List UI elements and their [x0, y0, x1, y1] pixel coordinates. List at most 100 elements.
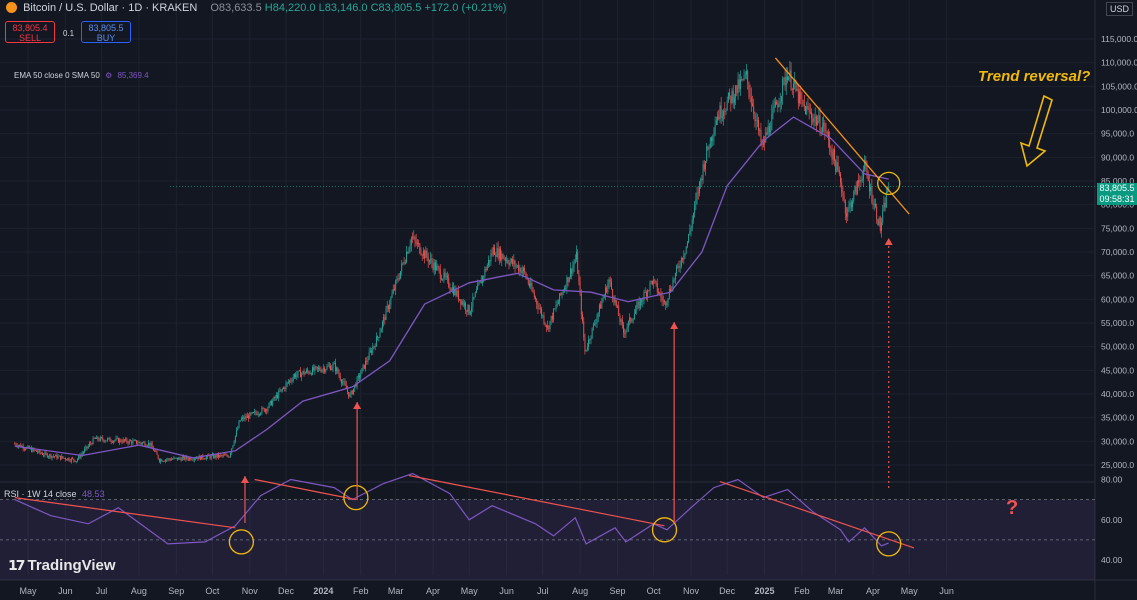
candle-body — [302, 371, 304, 374]
candle-body — [49, 454, 51, 457]
candle-body — [327, 365, 329, 367]
candle-body — [296, 374, 298, 378]
candle-body — [91, 443, 93, 445]
indicator-settings-icon[interactable]: ⚙ — [105, 71, 112, 80]
candle-body — [75, 461, 77, 462]
candle-body — [290, 380, 292, 382]
candle-body — [561, 292, 563, 295]
candle-body — [391, 293, 393, 298]
candle-body — [233, 441, 235, 446]
buy-button[interactable]: 83,805.5 BUY — [81, 21, 131, 43]
candle-body — [219, 455, 221, 458]
candle-body — [598, 304, 600, 313]
candle-body — [121, 441, 123, 443]
time-tick-label: Oct — [647, 586, 662, 596]
candle-body — [375, 336, 377, 347]
candle-body — [516, 265, 518, 267]
candle-body — [747, 71, 749, 83]
candle-body — [244, 416, 246, 420]
candle-body — [425, 250, 427, 259]
candle-body — [437, 265, 439, 268]
candle-body — [752, 103, 753, 107]
candle-body — [262, 407, 264, 409]
candle-body — [883, 202, 885, 211]
candle-body — [721, 116, 723, 118]
candle-body — [594, 323, 596, 325]
candle-body — [243, 417, 245, 420]
candle-body — [805, 105, 806, 115]
candle-body — [279, 390, 281, 392]
candle-body — [197, 458, 199, 460]
candle-body — [371, 350, 373, 353]
candle-body — [666, 302, 668, 306]
candle-body — [771, 113, 773, 131]
candle-body — [504, 258, 506, 261]
candle-body — [843, 195, 845, 201]
candle-body — [474, 292, 476, 297]
candle-body — [842, 192, 844, 196]
symbol-name[interactable]: Bitcoin / U.S. Dollar · 1D · KRAKEN — [23, 2, 197, 14]
candle-body — [191, 459, 193, 461]
candle-body — [577, 251, 579, 274]
rsi-legend[interactable]: RSI · 1W 14 close 48.53 — [4, 489, 105, 499]
price-chart[interactable]: 115,000.0 110,000.0 105,000.0 100,000.0 95,0… — [0, 0, 1137, 600]
candle-body — [495, 254, 497, 257]
sell-button[interactable]: 83,805.4 SELL — [5, 21, 55, 43]
candle-body — [224, 454, 225, 456]
candle-body — [784, 77, 786, 86]
candle-body — [203, 458, 205, 460]
candle-body — [274, 396, 276, 399]
candle-body — [89, 443, 90, 446]
candle-body — [83, 452, 84, 454]
time-tick-label: 2025 — [755, 586, 775, 596]
sell-label: SELL — [18, 33, 42, 43]
candle-body — [670, 288, 671, 291]
time-tick-label: Jun — [939, 586, 954, 596]
candle-body — [584, 337, 586, 352]
tradingview-logo[interactable]: 𝟭𝟳 TradingView — [8, 557, 116, 574]
candle-body — [531, 282, 533, 290]
candle-body — [713, 133, 715, 137]
arrow-head — [884, 238, 893, 245]
ema-line — [14, 116, 889, 459]
candle-body — [328, 365, 330, 367]
ema-value: 85,369.4 — [117, 71, 149, 80]
candle-body — [821, 126, 823, 133]
candle-body — [214, 455, 216, 458]
candle-body — [185, 456, 187, 460]
candle-body — [754, 114, 756, 122]
candle-body — [416, 242, 418, 245]
ema-legend[interactable]: EMA 50 close 0 SMA 50 ⚙ 85,369.4 — [14, 71, 149, 80]
candle-body — [126, 438, 128, 443]
candle-body — [621, 319, 623, 325]
candle-body — [78, 455, 80, 460]
candle-body — [835, 160, 837, 172]
candle-body — [172, 459, 174, 460]
candle-body — [774, 101, 776, 107]
candle-body — [854, 186, 856, 192]
candle-body — [819, 115, 821, 132]
candle-body — [815, 116, 817, 125]
candle-body — [111, 441, 113, 443]
candle-body — [765, 132, 767, 143]
currency-selector[interactable]: USD — [1105, 2, 1133, 16]
candle-body — [503, 258, 505, 260]
candle-body — [339, 375, 341, 381]
candle-body — [604, 287, 606, 296]
candle-body — [673, 279, 675, 281]
candle-body — [427, 257, 429, 263]
candle-body — [183, 456, 184, 458]
candle-body — [617, 305, 618, 307]
candle-body — [485, 268, 487, 271]
candle-body — [642, 300, 644, 302]
candle-body — [272, 400, 274, 406]
order-quantity[interactable]: 0.1 — [63, 29, 74, 38]
candle-body — [138, 441, 140, 444]
candle-body — [69, 460, 71, 462]
candle-body — [251, 412, 253, 414]
candle-body — [123, 439, 125, 441]
candle-body — [52, 456, 54, 457]
candle-body — [444, 272, 446, 277]
candle-body — [166, 459, 168, 461]
candle-body — [560, 293, 562, 295]
